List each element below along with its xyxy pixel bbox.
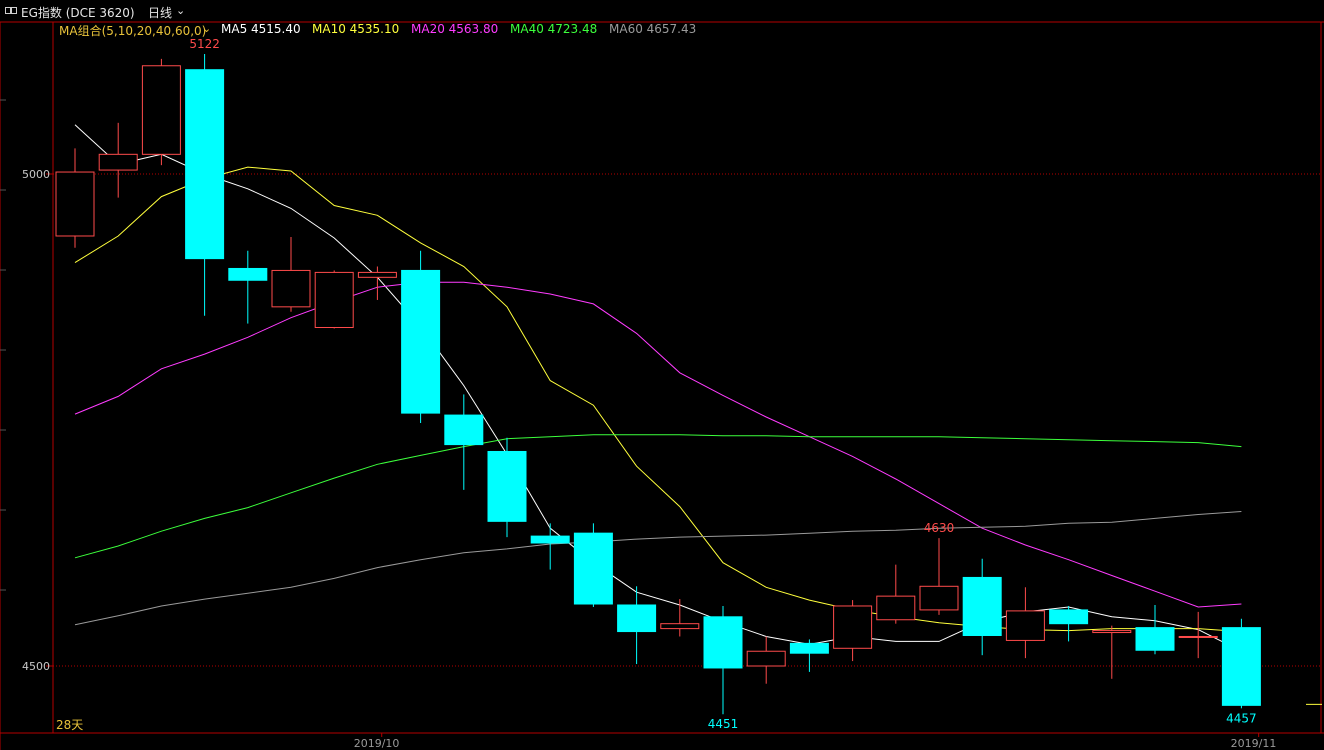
- candle: [876, 564, 916, 624]
- candle: [1178, 611, 1218, 659]
- legend-ma10: MA10 4535.10: [312, 22, 400, 36]
- candle-body-up: [98, 153, 138, 171]
- candle-body-up: [833, 605, 873, 649]
- ma-combo-label[interactable]: MA组合(5,10,20,40,60,0): [59, 22, 206, 39]
- y-tick-label-5000: 5000: [22, 168, 50, 181]
- candle-body-down: [1221, 627, 1261, 706]
- moving-average-lines: [74, 124, 1242, 652]
- candle-body-down: [962, 576, 1002, 636]
- candle-body-up: [1005, 610, 1045, 641]
- candle-body-down: [401, 269, 441, 414]
- legend-ma40: MA40 4723.48: [510, 22, 598, 36]
- day-count-label: 28天: [56, 718, 84, 732]
- y-tick-label-4500: 4500: [22, 660, 50, 673]
- candle: [962, 558, 1002, 656]
- candle-body-up: [919, 585, 959, 611]
- ma-line-ma40: [74, 434, 1242, 559]
- candle-body-down: [617, 604, 657, 633]
- candle: [228, 250, 268, 324]
- candle-body-up: [876, 595, 916, 621]
- candle: [98, 122, 138, 198]
- candle: [919, 538, 959, 615]
- candle-body-down: [573, 532, 613, 605]
- candle: [1005, 587, 1045, 659]
- candle-body-down: [1049, 609, 1089, 625]
- annotation-4630: 4630: [924, 521, 955, 535]
- candle-body-up: [55, 171, 95, 237]
- candle: [357, 266, 397, 300]
- ma-line-ma10: [74, 166, 1242, 633]
- candle: [271, 236, 311, 312]
- annotation-4451: 4451: [708, 717, 739, 731]
- candle: [746, 636, 786, 684]
- candle: [314, 270, 354, 329]
- candle-body-up: [141, 65, 181, 155]
- candle: [401, 250, 441, 423]
- legend-ma60: MA60 4657.43: [609, 22, 697, 36]
- chevron-down-icon[interactable]: ⌄: [202, 22, 211, 35]
- legend-ma20: MA20 4563.80: [411, 22, 499, 36]
- candle: [185, 53, 225, 316]
- candle: [1092, 625, 1132, 679]
- candle-body-down: [185, 69, 225, 260]
- candle-body-down: [228, 267, 268, 281]
- candle-body-down: [703, 616, 743, 669]
- candle: [789, 639, 829, 672]
- candle: [703, 605, 743, 715]
- candle: [55, 148, 95, 248]
- candle: [1221, 618, 1261, 709]
- candle-body-down: [487, 450, 527, 522]
- candle: [833, 600, 873, 662]
- candle: [660, 599, 700, 637]
- price-annotations: 5122 4451 4630 4457: [189, 37, 1322, 731]
- candle-body-up: [271, 269, 311, 308]
- legend-ma5: MA5 4515.40: [221, 22, 301, 36]
- candle: [487, 437, 527, 538]
- candle: [1135, 604, 1175, 655]
- candle-body-up: [660, 623, 700, 630]
- candle-body-down: [1135, 627, 1175, 651]
- candle: [573, 523, 613, 607]
- x-axis-label-nov: 2019/11: [1230, 737, 1277, 750]
- candle-body-down: [444, 414, 484, 446]
- candle-body-up: [357, 271, 397, 278]
- candle: [444, 394, 484, 490]
- candle-body-down: [530, 535, 570, 544]
- price-gridlines: [53, 173, 1321, 667]
- candle-body-up: [314, 271, 354, 329]
- candle-body-up: [746, 650, 786, 667]
- candlestick-chart[interactable]: 5122 4451 4630 4457 5000 4500: [0, 0, 1324, 750]
- candle: [141, 58, 181, 166]
- annotation-5122: 5122: [189, 37, 220, 51]
- candle-body-up: [1092, 630, 1132, 634]
- candle: [530, 523, 570, 570]
- candle: [1049, 605, 1089, 642]
- candle-body-down: [789, 642, 829, 654]
- x-axis-label-oct: 2019/10: [353, 737, 400, 750]
- ma-line-ma20: [74, 281, 1242, 608]
- candle: [617, 586, 657, 665]
- ma-line-ma5: [74, 124, 1242, 652]
- annotation-4457: 4457: [1226, 711, 1257, 725]
- candles: [55, 53, 1261, 715]
- candle-body-up: [1178, 635, 1218, 638]
